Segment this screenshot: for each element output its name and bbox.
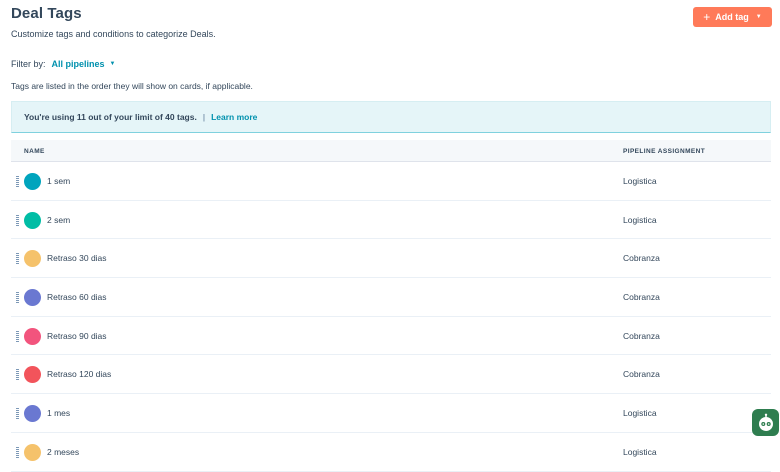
tag-color-swatch — [24, 289, 41, 307]
tag-name: Retraso 30 dias — [47, 253, 107, 264]
usage-banner: You're using 11 out of your limit of 40 … — [11, 101, 771, 133]
table-row[interactable]: 1 sem Logistica — [11, 162, 771, 201]
drag-handle-icon[interactable] — [16, 292, 19, 304]
table-row[interactable]: 1 mes Logistica — [11, 394, 771, 433]
drag-handle-icon[interactable] — [16, 176, 19, 187]
tag-pipeline: Logistica — [623, 176, 657, 186]
table-header: NAME PIPELINE ASSIGNMENT — [11, 140, 771, 162]
table-row[interactable]: 2 meses Logistica — [11, 433, 771, 472]
learn-more-link[interactable]: Learn more — [211, 112, 257, 122]
tag-pipeline: Cobranza — [623, 330, 660, 341]
drag-handle-icon[interactable] — [16, 369, 19, 381]
column-header-name[interactable]: NAME — [24, 148, 45, 155]
tag-pipeline: Logistica — [623, 446, 657, 457]
drag-handle-icon[interactable] — [16, 253, 19, 265]
tag-pipeline: Logistica — [623, 408, 657, 419]
tags-table-body: 1 sem Logistica 2 sem Logistica Retraso … — [11, 162, 771, 472]
table-row[interactable]: Retraso 30 dias Cobranza — [11, 239, 771, 279]
tag-color-swatch — [24, 211, 41, 229]
drag-handle-icon[interactable] — [16, 446, 19, 458]
filter-row: Filter by: All pipelines ▼ — [11, 59, 115, 69]
tag-color-swatch — [24, 327, 41, 345]
tag-pipeline: Cobranza — [623, 292, 660, 303]
drag-handle-icon[interactable] — [16, 330, 19, 342]
tag-name: 2 meses — [47, 446, 80, 457]
tag-color-swatch — [24, 443, 41, 461]
chevron-down-icon: ▼ — [755, 14, 762, 20]
page-title: Deal Tags — [11, 5, 82, 22]
tag-pipeline: Cobranza — [623, 369, 660, 380]
page-subtitle: Customize tags and conditions to categor… — [11, 29, 216, 39]
tag-name: 2 sem — [47, 214, 71, 225]
tag-color-swatch — [24, 173, 41, 190]
chevron-down-icon[interactable]: ▼ — [110, 61, 116, 67]
table-row[interactable]: Retraso 90 dias Cobranza — [11, 317, 771, 356]
banner-separator: | — [202, 112, 206, 122]
robot-icon — [758, 413, 773, 431]
tag-name: Retraso 90 dias — [47, 330, 107, 341]
tag-name: Retraso 120 dias — [47, 369, 112, 380]
usage-text: You're using 11 out of your limit of 40 … — [24, 112, 197, 122]
order-note: Tags are listed in the order they will s… — [11, 81, 253, 91]
tag-color-swatch — [24, 250, 41, 268]
add-tag-label: Add tag — [715, 12, 749, 22]
tag-color-swatch — [24, 366, 41, 384]
tag-name: 1 mes — [47, 408, 71, 419]
pipeline-filter-dropdown[interactable]: All pipelines — [52, 59, 105, 69]
table-row[interactable]: Retraso 60 dias Cobranza — [11, 278, 771, 317]
filter-label: Filter by: — [11, 59, 46, 69]
plus-icon: + — [703, 10, 711, 24]
tag-name: 1 sem — [47, 176, 71, 186]
drag-handle-icon[interactable] — [16, 214, 19, 226]
column-header-pipeline[interactable]: PIPELINE ASSIGNMENT — [623, 148, 705, 155]
table-row[interactable]: Retraso 120 dias Cobranza — [11, 355, 771, 395]
tag-pipeline: Logistica — [623, 214, 657, 225]
table-row[interactable]: 2 sem Logistica — [11, 201, 771, 240]
drag-handle-icon[interactable] — [16, 408, 19, 420]
tag-name: Retraso 60 dias — [47, 292, 107, 303]
tag-color-swatch — [24, 405, 41, 423]
add-tag-button[interactable]: + Add tag ▼ — [693, 7, 772, 27]
tag-pipeline: Cobranza — [623, 253, 660, 264]
help-widget-icon[interactable] — [752, 409, 779, 436]
